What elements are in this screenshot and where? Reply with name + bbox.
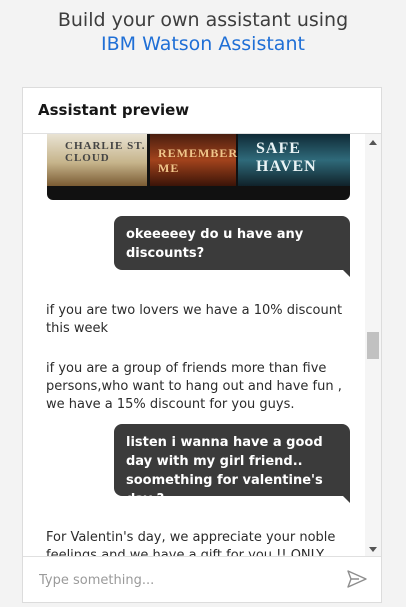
assistant-message: if you are a group of friends more than … [46,361,342,412]
assistant-message: if you are two lovers we have a 10% disc… [46,303,343,336]
panel-title: Assistant preview [38,101,190,119]
watson-assistant-link[interactable]: IBM Watson Assistant [0,32,406,56]
message-input-bar [23,556,381,602]
poster-title: SAFE HAVEN [256,140,317,175]
chevron-down-icon[interactable] [369,547,377,552]
message-input[interactable] [37,567,337,593]
page-header: Build your own assistant using IBM Watso… [0,8,406,56]
user-message: okeeeeey do u have any discounts? [114,216,350,277]
poster-title: REMEMBER ME [158,146,238,175]
poster-card[interactable]: CHARLIE ST. CLOUD [47,134,147,186]
chat-log[interactable]: CHARLIE ST. CLOUD REMEMBER ME SAFE HAVEN… [23,134,381,558]
header-text: Build your own assistant using [57,9,349,31]
assistant-preview-panel: Assistant preview CHARLIE ST. CLOUD REME… [22,87,382,603]
assistant-message: For Valentin's day, we appreciate your n… [46,530,336,558]
send-icon[interactable] [347,570,367,588]
movie-carousel[interactable]: CHARLIE ST. CLOUD REMEMBER ME SAFE HAVEN [47,134,350,200]
chevron-up-icon[interactable] [369,140,377,145]
poster-card[interactable]: SAFE HAVEN [238,134,350,186]
user-message: listen i wanna have a good day with my g… [114,424,350,507]
panel-header: Assistant preview [23,88,381,134]
poster-card[interactable]: REMEMBER ME [150,134,238,186]
poster-title: CHARLIE ST. CLOUD [65,140,146,164]
scroll-thumb[interactable] [367,332,379,359]
chat-scrollbar[interactable] [365,134,381,558]
